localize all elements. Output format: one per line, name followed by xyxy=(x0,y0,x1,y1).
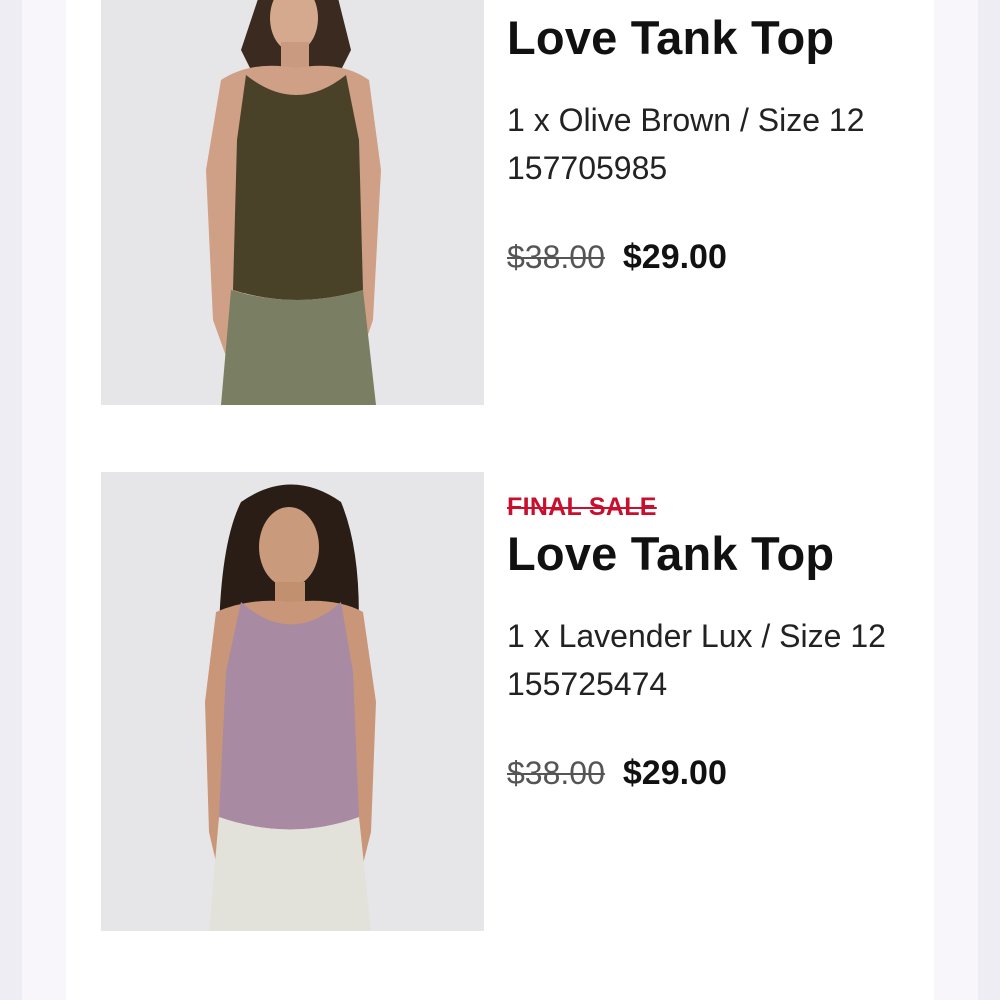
original-price: $38.00 xyxy=(507,239,605,275)
sale-price: $29.00 xyxy=(622,238,727,276)
product-sku: 155725474 xyxy=(507,666,668,702)
final-sale-badge: FINAL SALE xyxy=(507,493,657,521)
product-variant: 1 x Lavender Lux / Size 12 xyxy=(507,618,886,654)
product-photo-lavender xyxy=(101,472,484,931)
price-row: $38.00 $29.00 xyxy=(507,238,887,277)
product-title[interactable]: Love Tank Top xyxy=(507,526,887,582)
product-variant: 1 x Olive Brown / Size 12 xyxy=(507,102,865,138)
product-sku: 157705985 xyxy=(507,150,668,186)
product-title[interactable]: Love Tank Top xyxy=(507,10,887,66)
order-items-card: Love Tank Top 1 x Olive Brown / Size 12 … xyxy=(66,0,934,1000)
original-price: $38.00 xyxy=(507,755,605,791)
product-photo-olive xyxy=(101,0,484,405)
product-image[interactable] xyxy=(101,472,484,931)
product-info: FINAL SALE Love Tank Top 1 x Lavender Lu… xyxy=(507,492,887,793)
product-details: 1 x Olive Brown / Size 12 157705985 xyxy=(507,96,887,192)
product-image[interactable] xyxy=(101,0,484,405)
sale-price: $29.00 xyxy=(622,754,727,792)
price-row: $38.00 $29.00 xyxy=(507,754,887,793)
product-info: Love Tank Top 1 x Olive Brown / Size 12 … xyxy=(507,10,887,277)
product-details: 1 x Lavender Lux / Size 12 155725474 xyxy=(507,612,887,708)
